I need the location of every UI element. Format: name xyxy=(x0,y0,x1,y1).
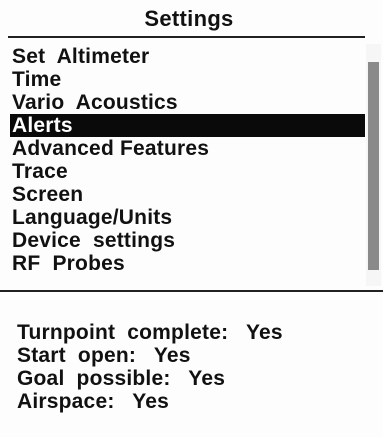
alerts-summary: Turnpoint complete: Yes Start open: Yes … xyxy=(17,321,367,413)
menu-item-rf-probes[interactable]: RF Probes xyxy=(10,252,365,275)
settings-menu: Set Altimeter Time Vario Acoustics Alert… xyxy=(10,45,365,275)
menu-item-time[interactable]: Time xyxy=(10,68,365,91)
device-screen: Settings Set Altimeter Time Vario Acoust… xyxy=(0,0,383,437)
menu-item-alerts[interactable]: Alerts xyxy=(10,114,365,137)
title-divider xyxy=(8,36,365,38)
alert-value: Yes xyxy=(246,321,283,344)
alert-row-start-open: Start open: Yes xyxy=(17,344,367,367)
menu-item-vario-acoustics[interactable]: Vario Acoustics xyxy=(10,91,365,114)
alert-value: Yes xyxy=(188,367,226,390)
alert-label: Turnpoint complete: xyxy=(17,321,229,344)
section-divider xyxy=(0,290,383,292)
alert-row-turnpoint-complete: Turnpoint complete: Yes xyxy=(17,321,367,344)
menu-item-set-altimeter[interactable]: Set Altimeter xyxy=(10,45,365,68)
menu-item-advanced-features[interactable]: Advanced Features xyxy=(10,137,365,160)
menu-item-language-units[interactable]: Language/Units xyxy=(10,206,365,229)
alert-label: Airspace: xyxy=(17,390,115,413)
alert-row-airspace: Airspace: Yes xyxy=(17,390,367,413)
menu-item-screen[interactable]: Screen xyxy=(10,183,365,206)
menu-item-trace[interactable]: Trace xyxy=(10,160,365,183)
alert-value: Yes xyxy=(153,344,191,367)
menu-item-device-settings[interactable]: Device settings xyxy=(10,229,365,252)
menu-scrollbar-thumb[interactable] xyxy=(368,62,379,270)
alert-value: Yes xyxy=(132,390,170,413)
alert-row-goal-possible: Goal possible: Yes xyxy=(17,367,367,390)
screen-title: Settings xyxy=(144,6,234,31)
alert-label: Goal possible: xyxy=(17,367,171,390)
alert-label: Start open: xyxy=(17,344,137,367)
